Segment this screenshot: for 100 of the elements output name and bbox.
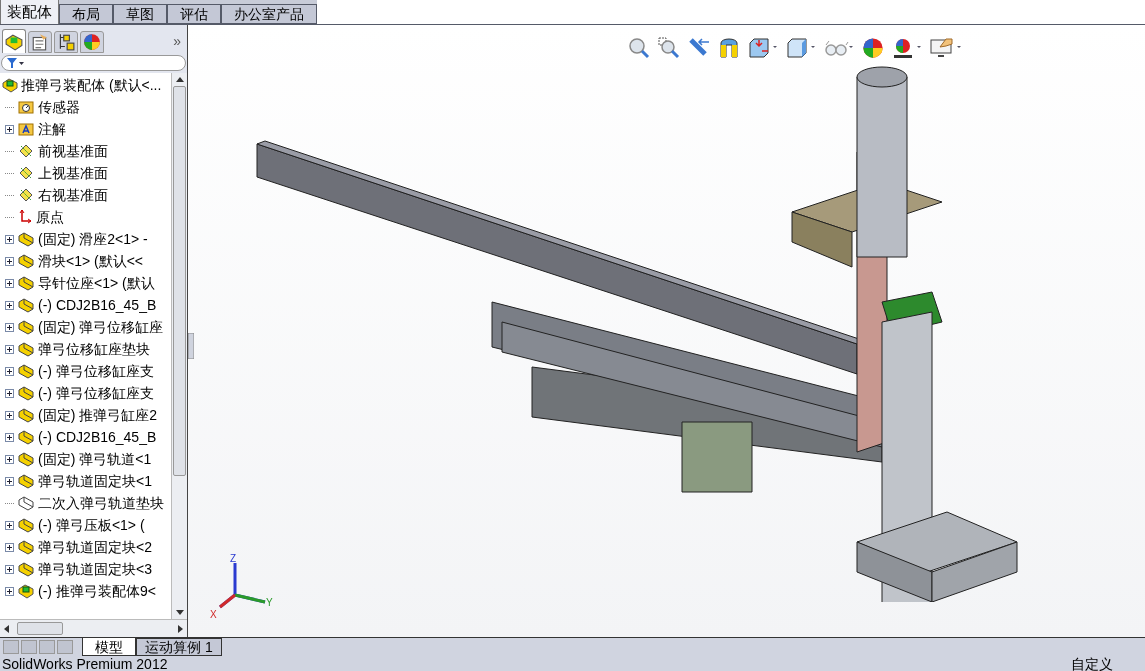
tree-item[interactable]: 原点 xyxy=(2,206,171,228)
panel-tab[interactable] xyxy=(80,31,104,53)
tree-item[interactable]: (固定) 推弹弓缸座2 xyxy=(2,404,171,426)
scroll-left-icon[interactable] xyxy=(4,624,9,633)
vertical-scrollbar[interactable] xyxy=(171,73,187,619)
scrollbar-thumb[interactable] xyxy=(173,86,186,476)
scroll-up-icon[interactable] xyxy=(175,77,184,82)
expand-toggle[interactable] xyxy=(5,344,14,354)
command-tab[interactable]: 装配体 xyxy=(0,0,59,24)
configuration-icon xyxy=(57,33,75,51)
bottom-tab[interactable]: 模型 xyxy=(82,638,136,656)
part-icon xyxy=(18,473,34,489)
command-tab[interactable]: 评估 xyxy=(167,4,221,24)
expand-toggle[interactable] xyxy=(5,454,14,464)
expand-toggle[interactable] xyxy=(5,300,14,310)
tree-item[interactable]: 前视基准面 xyxy=(2,140,171,162)
tree-item[interactable]: (-) 弹弓位移缸座支 xyxy=(2,382,171,404)
scrollbar-thumb[interactable] xyxy=(17,622,63,635)
part-icon xyxy=(18,451,34,467)
command-tab[interactable]: 办公室产品 xyxy=(221,4,317,24)
tree-item[interactable]: 二次入弹弓轨道垫块 xyxy=(2,492,171,514)
part-icon xyxy=(18,517,34,533)
scroll-down-icon[interactable] xyxy=(175,610,184,615)
part-icon xyxy=(18,561,34,577)
panel-tab[interactable] xyxy=(2,29,26,53)
assembly-icon xyxy=(5,32,23,51)
expand-toggle[interactable] xyxy=(5,520,14,530)
plane-icon xyxy=(18,187,34,203)
command-tab[interactable]: 草图 xyxy=(113,4,167,24)
expand-panel-button[interactable]: » xyxy=(173,30,181,52)
part-icon xyxy=(18,429,34,445)
expand-toggle[interactable] xyxy=(5,432,14,442)
assembly-icon xyxy=(18,583,34,599)
part-icon xyxy=(18,539,34,555)
expand-toggle[interactable] xyxy=(5,388,14,398)
tree-item[interactable]: (固定) 滑座2<1> - xyxy=(2,228,171,250)
part-icon xyxy=(18,319,34,335)
scroll-right-icon[interactable] xyxy=(178,624,183,633)
tree-item[interactable]: 弹弓位移缸座垫块 xyxy=(2,338,171,360)
expand-toggle[interactable] xyxy=(5,278,14,288)
horizontal-scrollbar[interactable] xyxy=(0,619,187,637)
expand-toggle[interactable] xyxy=(5,322,14,332)
part-icon xyxy=(18,363,34,379)
tree-item[interactable]: 上视基准面 xyxy=(2,162,171,184)
tree-item[interactable]: 注解 xyxy=(2,118,171,140)
expand-toggle[interactable] xyxy=(5,476,14,486)
bottom-tab[interactable]: 运动算例 1 xyxy=(136,638,222,656)
tree-item[interactable]: (-) CDJ2B16_45_B xyxy=(2,426,171,448)
command-tab[interactable]: 布局 xyxy=(59,4,113,24)
status-text: 自定义 xyxy=(1071,656,1113,671)
part-icon xyxy=(18,385,34,401)
tree-item[interactable]: (-) 弹弓位移缸座支 xyxy=(2,360,171,382)
tree-item[interactable]: 弹弓轨道固定块<1 xyxy=(2,470,171,492)
tree-item[interactable]: 弹弓轨道固定块<2 xyxy=(2,536,171,558)
assembly-icon xyxy=(2,77,18,93)
plane-icon xyxy=(18,165,34,181)
monitor-hand-icon[interactable] xyxy=(930,37,962,59)
part-icon xyxy=(18,407,34,423)
expand-toggle[interactable] xyxy=(5,234,14,244)
tree-item[interactable]: 传感器 xyxy=(2,96,171,118)
part-outline-icon xyxy=(18,495,34,511)
expand-toggle[interactable] xyxy=(5,124,14,134)
zoom-area-icon[interactable] xyxy=(658,37,680,59)
filter-icon[interactable] xyxy=(6,57,24,69)
display-style-icon[interactable] xyxy=(786,37,816,59)
expand-toggle[interactable] xyxy=(5,256,14,266)
scene-icon[interactable] xyxy=(892,37,922,59)
part-icon xyxy=(18,297,34,313)
y-axis-label: Y xyxy=(266,596,273,610)
tree-item[interactable]: 弹弓轨道固定块<3 xyxy=(2,558,171,580)
annotation-folder-icon xyxy=(18,122,34,136)
origin-icon xyxy=(18,209,32,225)
view-orientation-icon[interactable] xyxy=(748,37,778,59)
tree-item[interactable]: 滑块<1> (默认<< xyxy=(2,250,171,272)
tree-item[interactable]: (-) 弹弓压板<1> ( xyxy=(2,514,171,536)
panel-tab[interactable] xyxy=(28,31,52,53)
expand-toggle[interactable] xyxy=(5,542,14,552)
filter-field[interactable] xyxy=(1,55,186,71)
tree-item[interactable]: (-) 推弹弓装配体9< xyxy=(2,580,171,602)
section-view-icon[interactable] xyxy=(718,37,740,59)
appearance-ball-icon[interactable] xyxy=(862,37,884,59)
tree-item[interactable]: 推弹弓装配体 (默认<... xyxy=(2,74,171,96)
part-icon xyxy=(18,341,34,357)
tree-item[interactable]: 右视基准面 xyxy=(2,184,171,206)
expand-toggle[interactable] xyxy=(5,410,14,420)
expand-toggle[interactable] xyxy=(5,564,14,574)
product-name: SolidWorks Premium 2012 xyxy=(2,656,168,671)
x-axis-label: X xyxy=(210,608,217,622)
expand-toggle[interactable] xyxy=(5,586,14,596)
plane-icon xyxy=(18,143,34,159)
tree-item[interactable]: (固定) 弹弓轨道<1 xyxy=(2,448,171,470)
tree-item[interactable]: 导针位座<1> (默认 xyxy=(2,272,171,294)
tree-item[interactable]: (-) CDJ2B16_45_B xyxy=(2,294,171,316)
part-icon xyxy=(18,253,34,269)
expand-toggle[interactable] xyxy=(5,366,14,376)
part-icon xyxy=(18,231,34,247)
tree-item[interactable]: (固定) 弹弓位移缸座 xyxy=(2,316,171,338)
zoom-fit-icon[interactable] xyxy=(628,37,650,59)
z-axis-label: Z xyxy=(230,552,237,566)
panel-tab[interactable] xyxy=(54,31,78,53)
